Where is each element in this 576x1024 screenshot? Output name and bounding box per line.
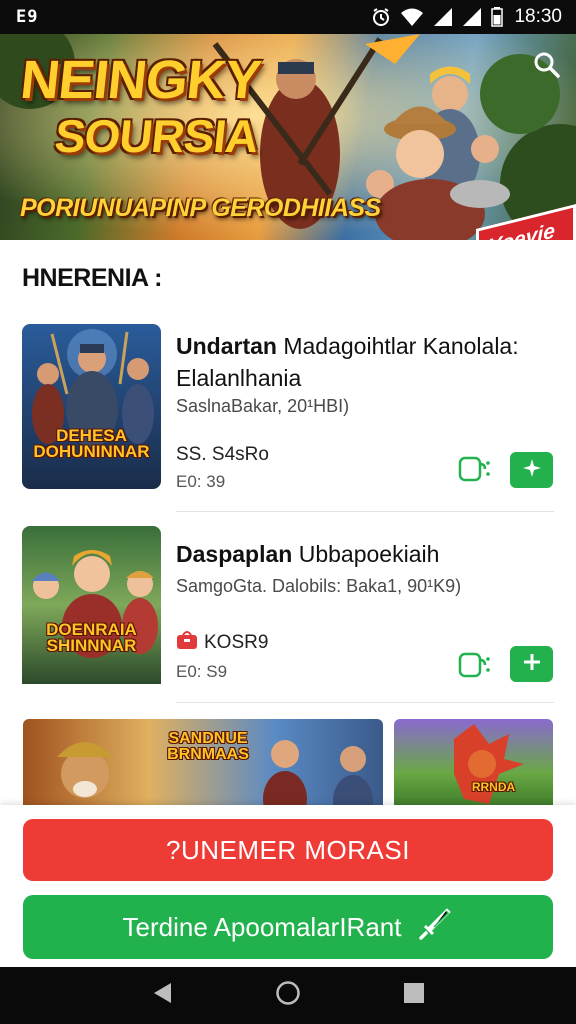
divider	[176, 702, 554, 703]
app-icon[interactable]	[458, 454, 492, 484]
status-bar: E9 18:30	[0, 0, 576, 34]
list-item[interactable]: DOENRAIA SHINNNAR Daspaplan Ubbapoekiaih…	[0, 526, 576, 716]
game-title-rest: Ubbapoekiaih	[298, 541, 440, 567]
divider	[176, 511, 554, 512]
thumbnail-caption: DOENRAIA SHINNNAR	[46, 620, 137, 655]
navigation-bar	[0, 967, 576, 1024]
game-thumbnail[interactable]: DEHESA DOHUNINNAR	[22, 324, 161, 489]
alarm-icon	[371, 7, 391, 27]
status-time: 18:30	[514, 6, 562, 27]
plus-icon	[523, 653, 541, 676]
search-icon[interactable]	[532, 50, 562, 80]
action-sheet: ?UNEMER MORASI Terdine ApoomalarIRant	[0, 805, 576, 967]
game-sub: E0: S9	[176, 662, 228, 681]
game-thumbnail[interactable]: DOENRAIA SHINNNAR	[22, 526, 161, 691]
game-meta: SaslnaBakar, 20¹HBI)	[176, 396, 350, 416]
primary-action-button[interactable]: ?UNEMER MORASI	[23, 819, 553, 881]
game-title-bold: Undartan	[176, 333, 277, 359]
recents-icon[interactable]	[403, 982, 425, 1009]
game-price: KOSR9	[176, 630, 268, 656]
game-title-bold: Daspaplan	[176, 541, 293, 567]
hero-subtitle: PORIUNUAPINP GERODHIIASS	[20, 194, 381, 222]
sparkle-add-button[interactable]	[510, 452, 553, 488]
game-sub: E0: 39	[176, 472, 226, 491]
home-icon[interactable]	[275, 980, 301, 1011]
add-button[interactable]	[510, 646, 553, 682]
secondary-action-label: Terdine ApoomalarIRant	[122, 911, 402, 942]
secondary-action-button[interactable]: Terdine ApoomalarIRant	[23, 895, 553, 959]
sword-icon	[417, 906, 453, 949]
back-icon[interactable]	[151, 981, 173, 1010]
game-price: SS. S4sRo	[176, 444, 269, 466]
signal-icon	[462, 7, 482, 27]
section-title: HNERENIA :	[22, 264, 162, 292]
hero-title: NEINGKY SOURSIA	[12, 50, 266, 164]
hero-banner[interactable]: NEINGKY SOURSIA PORIUNUAPINP GERODHIIASS…	[0, 34, 576, 240]
preview-card[interactable]: RRNDA	[394, 719, 553, 809]
game-meta: SamgoGta. Dalobils: Baka1, 90¹K9)	[176, 576, 462, 596]
game-price-text: KOSR9	[204, 632, 269, 653]
preview-caption: RRNDA	[471, 780, 516, 794]
game-price-text: SS. S4sRo	[176, 444, 269, 465]
hero-title-line1: NEINGKY	[17, 50, 264, 110]
battery-icon	[491, 7, 504, 27]
game-title[interactable]: Daspaplan Ubbapoekiaih	[176, 538, 556, 570]
app-icon[interactable]	[458, 650, 492, 680]
status-icons: 18:30	[371, 6, 562, 28]
hero-title-line2: SOURSIA	[52, 110, 261, 162]
shopping-bag-icon	[176, 630, 198, 656]
preview-caption: SANDNUE BRNMAAS	[167, 730, 249, 763]
status-left-label: E9	[16, 7, 39, 27]
signal-icon	[433, 7, 453, 27]
thumbnail-caption: DEHESA DOHUNINNAR	[33, 426, 150, 461]
primary-action-label: ?UNEMER MORASI	[166, 834, 410, 865]
game-title-line2: Elalanlhania	[176, 365, 302, 391]
list-item[interactable]: DEHESA DOHUNINNAR Undartan Madagoihtlar …	[0, 324, 576, 514]
wifi-icon	[400, 7, 424, 27]
game-title[interactable]: Undartan Madagoihtlar Kanolala: Elalanlh…	[176, 330, 556, 394]
game-title-rest: Madagoihtlar Kanolala:	[283, 333, 519, 359]
preview-card[interactable]: SANDNUE BRNMAAS	[23, 719, 383, 809]
sparkle-icon	[522, 458, 542, 483]
